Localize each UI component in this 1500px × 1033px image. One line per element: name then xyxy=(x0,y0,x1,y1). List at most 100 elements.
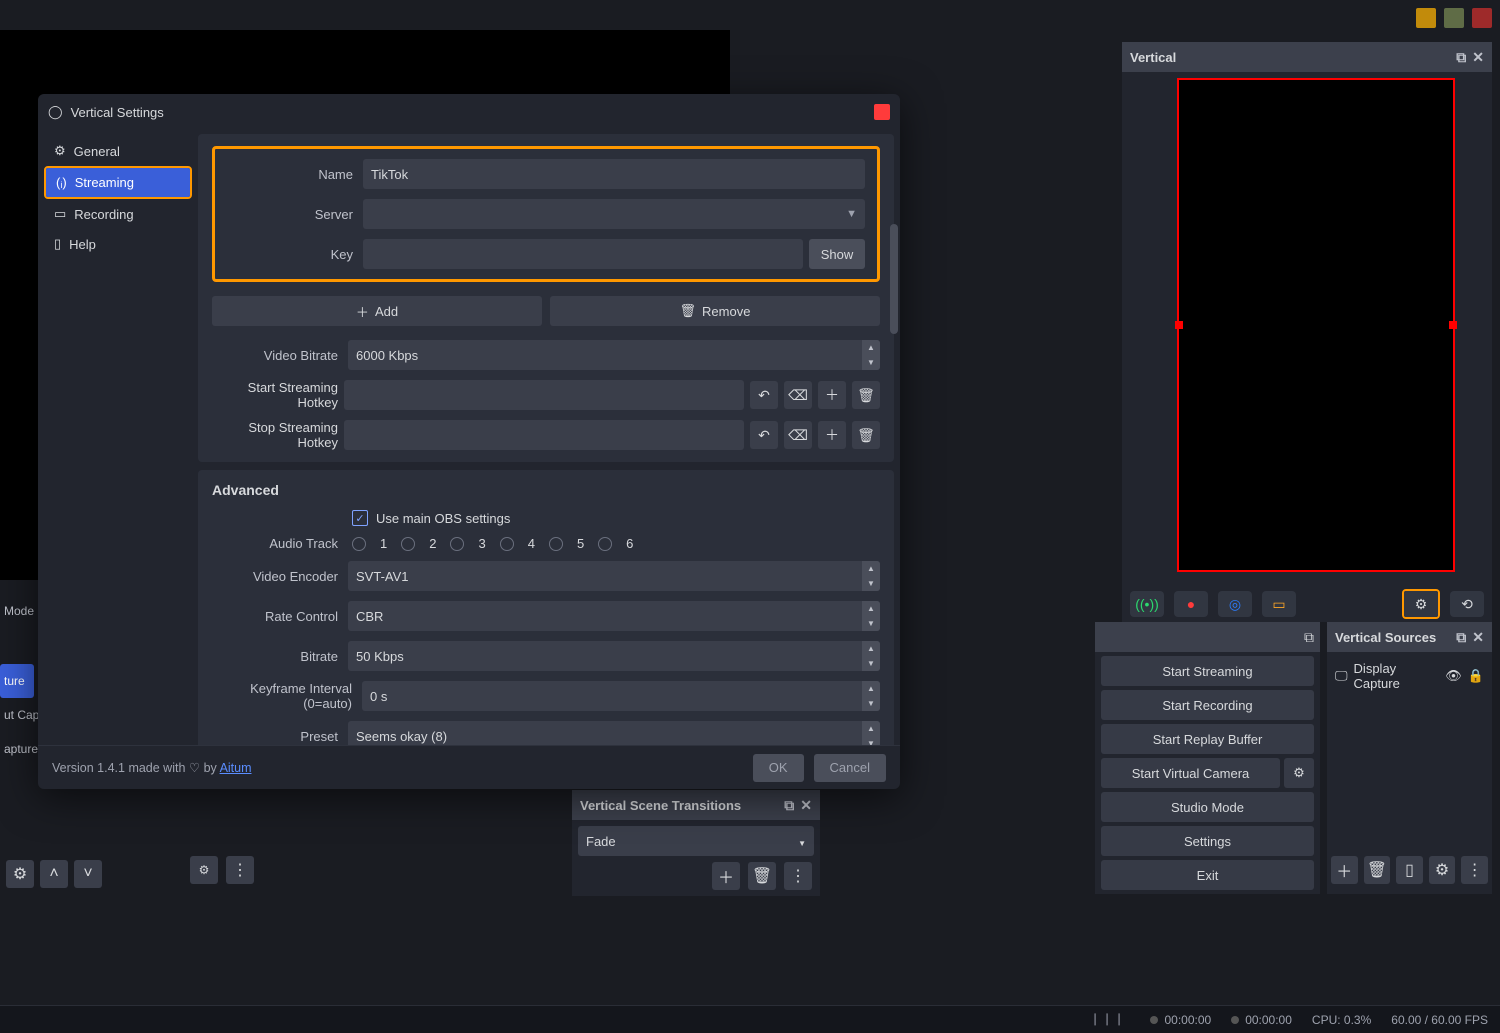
start-virtual-cam-button[interactable]: Start Virtual Camera xyxy=(1101,758,1280,788)
remove-transition-button[interactable]: 🗑 xyxy=(748,862,776,890)
delete-hotkey-button[interactable]: 🗑 xyxy=(852,421,880,449)
remove-button[interactable]: 🗑Remove xyxy=(550,296,880,326)
stop-hotkey-input[interactable] xyxy=(344,420,744,450)
close-icon[interactable]: ✕ xyxy=(1472,49,1484,66)
lock-icon[interactable]: 🔒 xyxy=(1468,668,1484,684)
popout-icon[interactable]: ⧉ xyxy=(784,797,794,814)
video-encoder-select[interactable]: SVT-AV1 xyxy=(348,561,880,591)
vertical-preview-frame[interactable] xyxy=(1177,78,1455,572)
refresh-icon[interactable]: ⟲ xyxy=(1450,591,1484,617)
keyframe-stepper[interactable]: ▲▼ xyxy=(862,681,880,711)
audio-track-3[interactable] xyxy=(450,537,464,551)
eye-icon[interactable]: 👁 xyxy=(1445,668,1462,684)
clear-icon[interactable]: ⌫ xyxy=(784,421,812,449)
rate-stepper[interactable]: ▲▼ xyxy=(862,601,880,631)
more-icon[interactable]: ⋮ xyxy=(784,862,812,890)
close-icon[interactable]: ✕ xyxy=(800,797,812,814)
preset-select[interactable]: Seems okay (8) xyxy=(348,721,880,745)
studio-mode-button[interactable]: Studio Mode xyxy=(1101,792,1314,822)
key-input[interactable] xyxy=(363,239,803,269)
more-icon[interactable]: ⋮ xyxy=(226,856,254,884)
controls-dock: Start Streaming Start Recording Start Re… xyxy=(1095,652,1320,894)
modal-scrollbar[interactable] xyxy=(890,224,898,739)
bitrate-stepper[interactable]: ▲▼ xyxy=(862,340,880,370)
name-input[interactable] xyxy=(363,159,865,189)
audio-track-6[interactable] xyxy=(598,537,612,551)
audio-track-5[interactable] xyxy=(549,537,563,551)
rate-control-label: Rate Control xyxy=(212,609,338,624)
chevron-down-icon xyxy=(798,834,806,849)
adv-bitrate-stepper[interactable]: ▲▼ xyxy=(862,641,880,671)
popout-icon[interactable]: ⧉ xyxy=(1304,629,1314,646)
audio-track-1[interactable] xyxy=(352,537,366,551)
gear-small-icon[interactable]: ⚙ xyxy=(190,856,218,884)
adv-bitrate-input[interactable] xyxy=(348,641,880,671)
trash-icon: 🗑 xyxy=(680,303,697,319)
selected-source[interactable]: ture xyxy=(0,664,34,698)
undo-icon[interactable]: ↶ xyxy=(750,381,778,409)
show-button[interactable]: Show xyxy=(809,239,865,269)
gear-icon[interactable]: ⚙ xyxy=(1404,591,1438,617)
add-hotkey-button[interactable]: ＋ xyxy=(818,421,846,449)
start-hotkey-input[interactable] xyxy=(344,380,744,410)
settings-button[interactable]: Settings xyxy=(1101,826,1314,856)
gear-icon[interactable]: ⚙ xyxy=(1429,856,1456,884)
source-row[interactable]: ut Capt xyxy=(0,698,34,732)
streaming-highlight: (ᵢ) Streaming xyxy=(44,166,192,199)
ok-button[interactable]: OK xyxy=(753,754,804,782)
minimize-button[interactable] xyxy=(1416,8,1436,28)
vertical-sources-title: Vertical Sources xyxy=(1335,630,1436,645)
maximize-button[interactable] xyxy=(1444,8,1464,28)
undo-icon[interactable]: ↶ xyxy=(750,421,778,449)
sidebar-item-general[interactable]: ⚙ General xyxy=(44,136,192,166)
add-hotkey-button[interactable]: ＋ xyxy=(818,381,846,409)
delete-hotkey-button[interactable]: 🗑 xyxy=(852,381,880,409)
video-bitrate-input[interactable] xyxy=(348,340,880,370)
aitum-link[interactable]: Aitum xyxy=(220,761,252,775)
chevron-down-icon[interactable]: ˅ xyxy=(74,860,102,888)
close-icon[interactable]: ✕ xyxy=(1472,629,1484,646)
add-source-button[interactable]: ＋ xyxy=(1331,856,1358,884)
rate-control-select[interactable]: CBR xyxy=(348,601,880,631)
replay-button[interactable]: ◎ xyxy=(1218,591,1252,617)
virtual-cam-button[interactable]: ▭ xyxy=(1262,591,1296,617)
preset-stepper[interactable]: ▲▼ xyxy=(862,721,880,745)
clear-icon[interactable]: ⌫ xyxy=(784,381,812,409)
vertical-preview[interactable] xyxy=(1122,72,1492,586)
keyframe-input[interactable] xyxy=(362,681,880,711)
gear-icon: ⚙ xyxy=(54,143,66,159)
popout-icon[interactable]: ⧉ xyxy=(1456,629,1466,646)
add-transition-button[interactable]: ＋ xyxy=(712,862,740,890)
transition-select[interactable]: Fade xyxy=(578,826,814,856)
start-replay-button[interactable]: Start Replay Buffer xyxy=(1101,724,1314,754)
add-button[interactable]: ＋Add xyxy=(212,296,542,326)
sidebar-item-recording[interactable]: ▭ Recording xyxy=(44,199,192,229)
audio-track-4[interactable] xyxy=(500,537,514,551)
start-hotkey-label: Start Streaming Hotkey xyxy=(212,380,338,410)
plus-icon: ＋ xyxy=(356,302,369,321)
chevron-up-icon[interactable]: ˄ xyxy=(40,860,68,888)
start-streaming-button[interactable]: Start Streaming xyxy=(1101,656,1314,686)
record-button[interactable]: ● xyxy=(1174,591,1208,617)
source-row[interactable]: apture xyxy=(0,732,34,766)
start-recording-button[interactable]: Start Recording xyxy=(1101,690,1314,720)
close-button[interactable] xyxy=(1472,8,1492,28)
version-text: Version 1.4.1 made with ♡ by Aitum xyxy=(52,760,252,775)
exit-button[interactable]: Exit xyxy=(1101,860,1314,890)
server-select[interactable]: ▼ xyxy=(363,199,865,229)
popout-icon[interactable]: ⧉ xyxy=(1456,49,1466,66)
remove-source-button[interactable]: 🗑 xyxy=(1364,856,1391,884)
sidebar-item-help[interactable]: ▯ Help xyxy=(44,229,192,259)
source-item[interactable]: 🖵 Display Capture 👁 🔒 xyxy=(1335,658,1484,694)
more-icon[interactable]: ⋮ xyxy=(1461,856,1488,884)
gear-icon[interactable]: ⚙ xyxy=(6,860,34,888)
virtual-cam-settings-button[interactable]: ⚙ xyxy=(1284,758,1314,788)
modal-close-button[interactable] xyxy=(874,104,890,120)
cancel-button[interactable]: Cancel xyxy=(814,754,886,782)
sidebar-item-streaming[interactable]: (ᵢ) Streaming xyxy=(46,168,190,197)
audio-track-2[interactable] xyxy=(401,537,415,551)
encoder-stepper[interactable]: ▲▼ xyxy=(862,561,880,591)
layer-icon[interactable]: ▯ xyxy=(1396,856,1423,884)
stream-button[interactable]: ((•)) xyxy=(1130,591,1164,617)
use-main-checkbox[interactable]: ✓ xyxy=(352,510,368,526)
